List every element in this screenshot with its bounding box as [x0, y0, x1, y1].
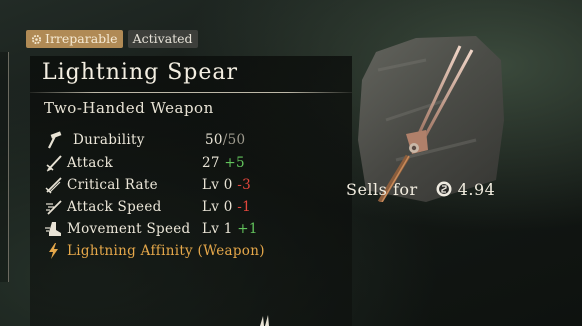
- sell-value: 4.94: [457, 179, 496, 199]
- lightning-icon: [49, 243, 58, 259]
- hammer-icon: [48, 131, 62, 149]
- movement-speed-value: Lv 1 +1: [202, 221, 258, 237]
- attack-speed-value: Lv 0 -1: [202, 199, 251, 215]
- claw-mark-icon: [260, 315, 269, 326]
- attack-label: Attack: [67, 155, 113, 171]
- activated-badge: Activated: [127, 30, 198, 48]
- critical-rate-label: Critical Rate: [67, 177, 158, 193]
- stat-critical-rate: Critical Rate Lv 0 -3: [44, 175, 251, 195]
- durability-value: 50/50: [205, 132, 245, 148]
- stat-durability: Durability 50/50: [44, 130, 245, 150]
- attack-speed-label: Attack Speed: [67, 199, 162, 215]
- critical-rate-value: Lv 0 -3: [202, 177, 251, 193]
- item-type: Two-Handed Weapon: [44, 99, 214, 117]
- sword-icon: [46, 155, 62, 172]
- movement-speed-delta: +1: [237, 221, 258, 237]
- lightning-affinity-label: Lightning Affinity (Weapon): [67, 243, 265, 259]
- swift-blade-icon: [46, 200, 62, 215]
- irreparable-badge: Irreparable: [26, 30, 123, 48]
- currency-coin-icon: [436, 181, 452, 197]
- durability-max: 50: [227, 132, 246, 148]
- stat-attack-speed: Attack Speed Lv 0 -1: [44, 197, 251, 217]
- durability-current: 50: [205, 132, 223, 148]
- attack-delta: +5: [224, 155, 245, 171]
- critical-rate-delta: -3: [237, 177, 252, 193]
- left-panel-edge: [0, 52, 9, 282]
- durability-label: Durability: [73, 132, 145, 148]
- movement-speed-level: Lv 1: [202, 221, 233, 237]
- activated-label: Activated: [132, 31, 193, 46]
- attack-base: 27: [202, 155, 220, 171]
- boot-icon: [45, 222, 61, 236]
- stat-attack: Attack 27 +5: [44, 153, 245, 173]
- attack-speed-delta: -1: [237, 199, 252, 215]
- critical-rate-level: Lv 0: [202, 177, 233, 193]
- attack-speed-level: Lv 0: [202, 199, 233, 215]
- broken-gear-icon: [31, 34, 42, 44]
- movement-speed-label: Movement Speed: [67, 221, 191, 237]
- item-name: Lightning Spear: [42, 60, 238, 85]
- sell-price: Sells for 4.94: [346, 177, 506, 201]
- irreparable-label: Irreparable: [45, 31, 118, 46]
- attack-value: 27 +5: [202, 155, 245, 171]
- stat-movement-speed: Movement Speed Lv 1 +1: [44, 219, 257, 239]
- item-badges: Irreparable Activated: [26, 30, 198, 48]
- stat-lightning-affinity: Lightning Affinity (Weapon): [44, 241, 265, 261]
- title-divider: [30, 92, 352, 93]
- crossed-blades-icon: [45, 177, 62, 194]
- sell-label: Sells for: [346, 179, 418, 199]
